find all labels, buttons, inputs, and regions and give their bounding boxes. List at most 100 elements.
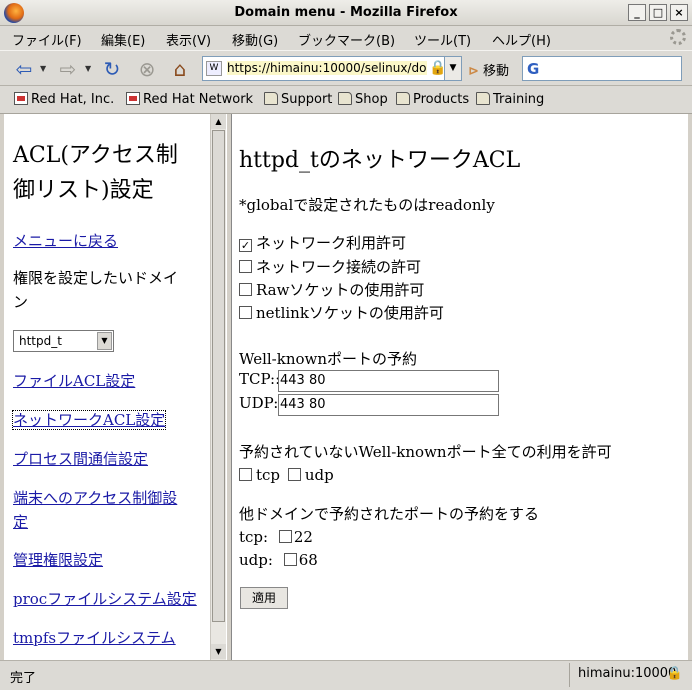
checkbox-other-tcp-port[interactable] bbox=[278, 530, 292, 543]
other-tcp-label: tcp: bbox=[239, 528, 269, 546]
folder-icon bbox=[338, 92, 352, 105]
go-button[interactable]: ⊳ 移動 bbox=[468, 60, 509, 79]
back-arrow-icon[interactable]: ⇦ bbox=[12, 57, 36, 81]
checkbox-network-use[interactable]: ✓ bbox=[239, 239, 252, 252]
readonly-note: *globalで設定されたものはreadonly bbox=[239, 196, 495, 214]
chevron-down-icon[interactable]: ▼ bbox=[97, 332, 112, 350]
status-bar: 完了 himainu:10000 🔒 bbox=[0, 660, 692, 690]
bookmark-support[interactable]: Support bbox=[264, 92, 332, 107]
procfs-link[interactable]: procファイルシステム設定 bbox=[13, 587, 208, 611]
checkbox-netlink-socket[interactable] bbox=[239, 306, 252, 319]
google-icon: G bbox=[527, 60, 540, 78]
udp-label: UDP:: bbox=[239, 394, 284, 412]
scroll-down-icon[interactable]: ▼ bbox=[211, 644, 226, 659]
back-to-menu-link[interactable]: メニューに戻る bbox=[13, 229, 208, 253]
search-input[interactable]: G bbox=[522, 56, 682, 81]
sidebar-heading-line1: ACL(アクセス制 bbox=[13, 143, 178, 168]
admin-privilege-link[interactable]: 管理権限設定 bbox=[13, 548, 208, 572]
window-title: Domain menu - Mozilla Firefox bbox=[234, 5, 458, 20]
checkbox-other-udp-port[interactable] bbox=[283, 553, 297, 566]
tcp-ports-input[interactable]: 443 80 bbox=[278, 370, 499, 392]
menu-bar: ファイル(F) 編集(E) 表示(V) 移動(G) ブックマーク(B) ツール(… bbox=[0, 26, 692, 50]
minimize-button[interactable]: _ bbox=[628, 4, 646, 21]
maximize-button[interactable]: □ bbox=[649, 4, 667, 21]
terminal-access-link[interactable]: 端末へのアクセス制御設 bbox=[13, 486, 208, 510]
menu-edit[interactable]: 編集(E) bbox=[101, 30, 145, 49]
domain-select[interactable]: httpd_t ▼ bbox=[13, 330, 114, 352]
navigation-toolbar: ⇦ ▼ ⇨ ▼ ↻ ⊗ ⌂ W https://himainu:10000/se… bbox=[0, 50, 692, 86]
checkbox-unreserved-udp[interactable] bbox=[287, 468, 301, 481]
file-acl-link[interactable]: ファイルACL設定 bbox=[13, 369, 208, 393]
bookmark-redhat-inc[interactable]: Red Hat, Inc. bbox=[14, 92, 114, 107]
bookmark-label: Support bbox=[281, 92, 333, 107]
close-button[interactable]: × bbox=[670, 4, 688, 21]
reload-icon[interactable]: ↻ bbox=[98, 57, 126, 81]
menu-help[interactable]: ヘルプ(H) bbox=[492, 30, 551, 49]
unreserved-tcp-label: tcp bbox=[256, 466, 281, 484]
url-bar[interactable]: W https://himainu:10000/selinux/domain 🔒… bbox=[202, 56, 462, 81]
left-frame-scrollbar[interactable]: ▲ ▼ bbox=[210, 114, 226, 660]
left-frame: ACL(アクセス制 御リスト)設定 メニューに戻る 権限を設定したいドメイ ン … bbox=[4, 114, 210, 660]
menu-go[interactable]: 移動(G) bbox=[232, 30, 278, 49]
bookmark-label: Products bbox=[413, 92, 470, 107]
url-input[interactable]: https://himainu:10000/selinux/domain bbox=[227, 61, 427, 75]
page-icon bbox=[126, 92, 140, 105]
udp-ports-input[interactable]: 443 80 bbox=[278, 394, 499, 416]
lock-icon[interactable]: 🔒 bbox=[667, 663, 683, 685]
unreserved-options: tcp udp bbox=[239, 466, 334, 484]
bookmark-label: Training bbox=[493, 92, 545, 107]
tcp-label: TCP:: bbox=[239, 370, 281, 388]
folder-icon bbox=[476, 92, 490, 105]
perm-raw-socket[interactable]: Rawソケットの使用許可 bbox=[239, 279, 424, 300]
domain-select-value: httpd_t bbox=[19, 334, 62, 348]
menu-tools[interactable]: ツール(T) bbox=[414, 30, 471, 49]
scroll-up-icon[interactable]: ▲ bbox=[211, 114, 226, 129]
stop-icon[interactable]: ⊗ bbox=[134, 57, 160, 81]
perm-label: netlinkソケットの使用許可 bbox=[256, 304, 444, 322]
back-dropdown-icon[interactable]: ▼ bbox=[40, 64, 46, 73]
checkbox-network-connect[interactable] bbox=[239, 260, 252, 273]
tmpfs-link[interactable]: tmpfsファイルシステム bbox=[13, 626, 208, 650]
checkbox-unreserved-tcp[interactable] bbox=[239, 468, 252, 481]
bookmark-training[interactable]: Training bbox=[476, 92, 544, 107]
forward-arrow-icon[interactable]: ⇨ bbox=[56, 57, 80, 81]
sidebar-heading-line2: 御リスト)設定 bbox=[13, 178, 154, 203]
checkbox-raw-socket[interactable] bbox=[239, 283, 252, 296]
forward-dropdown-icon[interactable]: ▼ bbox=[85, 64, 91, 73]
home-icon[interactable]: ⌂ bbox=[166, 57, 194, 81]
bookmark-redhat-network[interactable]: Red Hat Network bbox=[126, 92, 253, 107]
throbber-icon bbox=[670, 29, 686, 45]
wellknown-heading: Well-knownポートの予約 bbox=[239, 350, 418, 368]
folder-icon bbox=[264, 92, 278, 105]
bookmark-label: Red Hat, Inc. bbox=[31, 92, 115, 107]
perm-label: ネットワーク接続の許可 bbox=[256, 258, 422, 276]
bookmark-label: Red Hat Network bbox=[143, 92, 254, 107]
bookmark-label: Shop bbox=[355, 92, 388, 107]
ipc-link[interactable]: プロセス間通信設定 bbox=[13, 447, 208, 471]
network-acl-link[interactable]: ネットワークACL設定 bbox=[11, 408, 167, 432]
domain-prompt-line2: ン bbox=[13, 293, 29, 311]
page-title: httpd_tのネットワークACL bbox=[239, 148, 521, 173]
bookmark-shop[interactable]: Shop bbox=[338, 92, 388, 107]
bookmark-products[interactable]: Products bbox=[396, 92, 469, 107]
apply-button[interactable]: 適用 bbox=[240, 587, 288, 609]
site-favicon-icon: W bbox=[206, 61, 222, 76]
url-dropdown-icon[interactable]: ▼ bbox=[444, 56, 462, 81]
perm-network-connect[interactable]: ネットワーク接続の許可 bbox=[239, 256, 421, 277]
perm-netlink-socket[interactable]: netlinkソケットの使用許可 bbox=[239, 302, 444, 323]
menu-view[interactable]: 表示(V) bbox=[166, 30, 211, 49]
scroll-thumb[interactable] bbox=[212, 130, 225, 622]
other-udp-port: 68 bbox=[298, 551, 318, 569]
menu-file[interactable]: ファイル(F) bbox=[12, 30, 82, 49]
bookmarks-toolbar: Red Hat, Inc. Red Hat Network Support Sh… bbox=[0, 86, 692, 114]
folder-icon bbox=[396, 92, 410, 105]
terminal-access-link-cont[interactable]: 定 bbox=[13, 510, 208, 534]
menu-bookmarks[interactable]: ブックマーク(B) bbox=[298, 30, 395, 49]
status-host-label: himainu:10000 bbox=[578, 666, 677, 681]
go-icon: ⊳ bbox=[468, 64, 479, 79]
udp-row: UDP:: 443 80 bbox=[239, 394, 499, 416]
right-frame: httpd_tのネットワークACL *globalで設定されたものはreadon… bbox=[232, 114, 688, 660]
go-label: 移動 bbox=[483, 64, 510, 79]
unreserved-heading: 予約されていないWell-knownポート全ての利用を許可 bbox=[239, 443, 612, 461]
perm-network-use[interactable]: ✓ ネットワーク利用許可 bbox=[239, 232, 406, 253]
